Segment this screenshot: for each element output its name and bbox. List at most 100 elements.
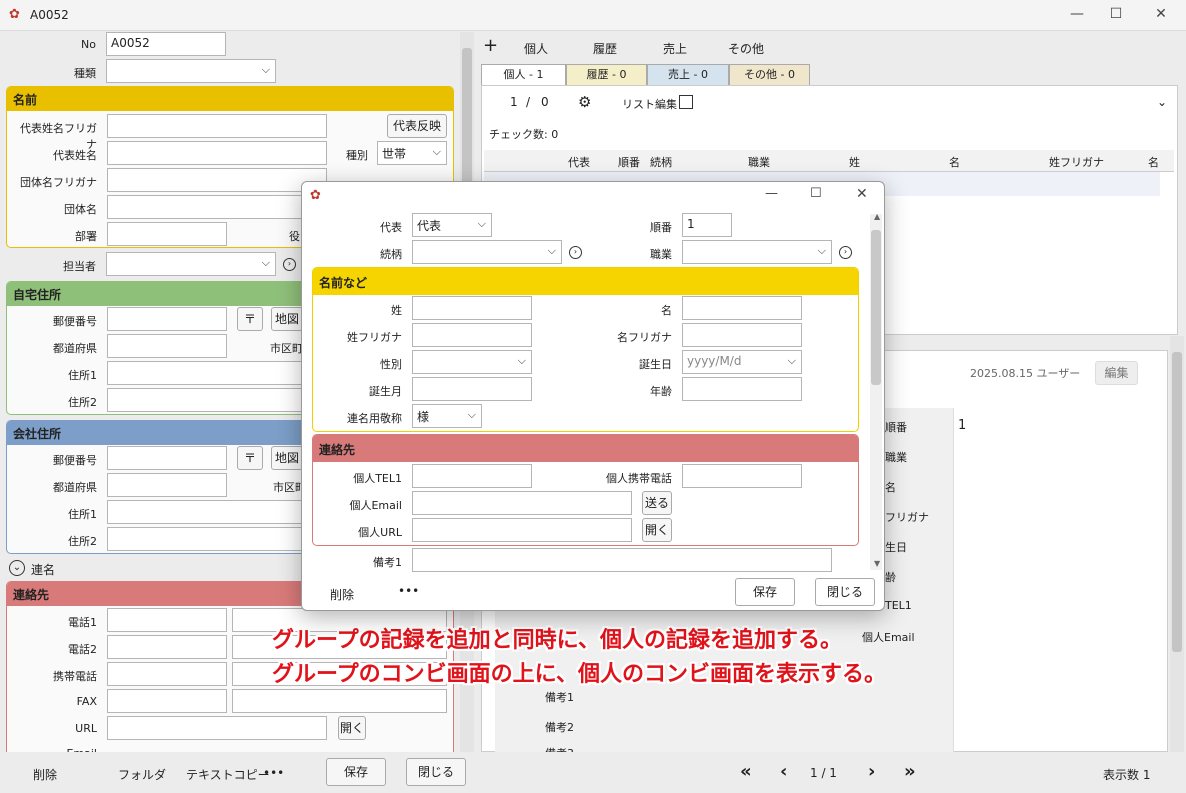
postal-lookup-button[interactable]: 〒 xyxy=(237,307,263,331)
col-last[interactable]: 姓 xyxy=(849,154,860,170)
dlg-age-field[interactable] xyxy=(682,377,802,401)
postal-field[interactable] xyxy=(107,307,227,331)
dlg-url-field[interactable] xyxy=(412,518,632,542)
maximize-icon[interactable]: ☐ xyxy=(1106,6,1126,22)
url-field[interactable] xyxy=(107,716,327,740)
tel2-field[interactable] xyxy=(107,635,227,659)
gear-icon[interactable]: ⚙ xyxy=(578,93,591,111)
right-scrollbar-thumb[interactable] xyxy=(1172,352,1182,652)
tel1-field[interactable] xyxy=(107,608,227,632)
dlg-email-field[interactable] xyxy=(412,491,632,515)
tab-person[interactable]: 個人 - 1 xyxy=(481,64,566,86)
delete-button[interactable]: 削除 xyxy=(33,766,57,783)
top-tab-person[interactable]: 個人 xyxy=(524,40,548,57)
dlg-open-button[interactable]: 開く xyxy=(642,518,672,542)
rep-apply-button[interactable]: 代表反映 xyxy=(387,114,447,138)
tab-history[interactable]: 履歴 - 0 xyxy=(566,64,647,86)
dlg-send-button[interactable]: 送る xyxy=(642,491,672,515)
dlg-mobile-field[interactable] xyxy=(682,464,802,488)
dlg-first-field[interactable] xyxy=(682,296,802,320)
list-edit-checkbox[interactable] xyxy=(679,95,693,109)
chevron-down-icon[interactable]: ⌄ xyxy=(1157,95,1167,109)
dept-field[interactable] xyxy=(107,222,227,246)
last-page-icon[interactable]: » xyxy=(904,761,916,782)
edit-button[interactable]: 編集 xyxy=(1095,361,1138,385)
dlg-order-field[interactable]: 1 xyxy=(682,213,732,237)
kind-select[interactable]: 世帯 ⌵ xyxy=(377,141,447,165)
dlg-tel1-field[interactable] xyxy=(412,464,532,488)
company-addr1-field[interactable] xyxy=(107,500,307,524)
col-job[interactable]: 職業 xyxy=(748,154,770,170)
prev-page-icon[interactable]: ‹ xyxy=(780,761,787,782)
col-rep[interactable]: 代表 xyxy=(568,154,590,170)
close-icon[interactable]: ✕ xyxy=(1151,6,1171,22)
next-page-icon[interactable]: › xyxy=(868,761,875,782)
company-pref-field[interactable] xyxy=(107,473,227,497)
url-open-button[interactable]: 開く xyxy=(338,716,366,740)
dlg-more-icon[interactable]: ••• xyxy=(398,584,419,598)
dlg-birth-month-field[interactable] xyxy=(412,377,532,401)
chevron-right-circle-icon[interactable]: › xyxy=(283,258,296,271)
dlg-close-button[interactable]: 閉じる xyxy=(815,578,875,606)
scroll-up-icon[interactable]: ▲ xyxy=(874,212,880,221)
group-kana-field[interactable] xyxy=(107,168,327,192)
type-select[interactable]: ⌵ xyxy=(106,59,276,83)
chevron-right-circle-icon[interactable]: › xyxy=(839,246,852,259)
tab-other[interactable]: その他 - 0 xyxy=(729,64,810,86)
col-relation[interactable]: 続柄 xyxy=(650,154,672,170)
tab-sales[interactable]: 売上 - 0 xyxy=(647,64,729,86)
dlg-birthday-picker[interactable]: yyyy/M/d ⌵ xyxy=(682,350,802,374)
dlg-first-kana-field[interactable] xyxy=(682,323,802,347)
dlg-last-kana-field[interactable] xyxy=(412,323,532,347)
company-postal-lookup-button[interactable]: 〒 xyxy=(237,446,263,470)
dlg-last-field[interactable] xyxy=(412,296,532,320)
map-button[interactable]: 地図 xyxy=(271,307,303,331)
expand-renmei-icon[interactable]: ⌄ xyxy=(9,560,25,576)
dialog-scrollbar[interactable] xyxy=(870,214,882,570)
chevron-right-circle-icon[interactable]: › xyxy=(569,246,582,259)
folder-button[interactable]: フォルダ xyxy=(118,766,166,783)
dlg-job-select[interactable]: ⌵ xyxy=(682,240,832,264)
dialog-minimize-icon[interactable]: — xyxy=(765,186,778,201)
dlg-relation-select[interactable]: ⌵ xyxy=(412,240,562,264)
more-icon[interactable]: ••• xyxy=(263,766,284,780)
dialog-scrollbar-thumb[interactable] xyxy=(871,230,881,385)
no-field[interactable]: A0052 xyxy=(106,32,226,56)
col-last-kana[interactable]: 姓フリガナ xyxy=(1049,154,1104,170)
col-first[interactable]: 名 xyxy=(949,154,960,170)
rep-name-field[interactable] xyxy=(107,141,327,165)
company-postal-field[interactable] xyxy=(107,446,227,470)
dlg-delete-button[interactable]: 削除 xyxy=(330,586,354,603)
person-select[interactable]: ⌵ xyxy=(106,252,276,276)
dlg-save-button[interactable]: 保存 xyxy=(735,578,795,606)
dialog-maximize-icon[interactable]: ☐ xyxy=(810,186,822,201)
minimize-icon[interactable]: — xyxy=(1067,6,1087,22)
pref-field[interactable] xyxy=(107,334,227,358)
close-button[interactable]: 閉じる xyxy=(406,758,466,786)
scroll-down-icon[interactable]: ▼ xyxy=(874,559,880,568)
dialog-close-icon[interactable]: ✕ xyxy=(856,186,868,202)
first-page-icon[interactable]: « xyxy=(740,761,752,782)
mobile-field[interactable] xyxy=(107,662,227,686)
text-copy-button[interactable]: テキストコピー xyxy=(186,766,270,783)
fax-note-field[interactable] xyxy=(232,689,447,713)
top-tab-other[interactable]: その他 xyxy=(728,40,764,57)
top-tab-history[interactable]: 履歴 xyxy=(593,40,617,57)
fax-field[interactable] xyxy=(107,689,227,713)
add-icon[interactable]: + xyxy=(483,35,498,56)
dlg-honorific-select[interactable]: 様 ⌵ xyxy=(412,404,482,428)
dlg-note-field[interactable] xyxy=(412,548,832,572)
dlg-rep-select[interactable]: 代表 ⌵ xyxy=(412,213,492,237)
addr1-field[interactable] xyxy=(107,361,307,385)
group-field[interactable] xyxy=(107,195,327,219)
col-first-more[interactable]: 名 xyxy=(1148,154,1159,170)
save-button[interactable]: 保存 xyxy=(326,758,386,786)
col-order[interactable]: 順番 xyxy=(618,154,640,170)
rep-kana-field[interactable] xyxy=(107,114,327,138)
top-tab-sales[interactable]: 売上 xyxy=(663,40,687,57)
addr2-field[interactable] xyxy=(107,388,307,412)
company-addr2-field[interactable] xyxy=(107,527,307,551)
company-map-button[interactable]: 地図 xyxy=(271,446,303,470)
dlg-gender-select[interactable]: ⌵ xyxy=(412,350,532,374)
right-scrollbar[interactable] xyxy=(1170,336,1184,752)
